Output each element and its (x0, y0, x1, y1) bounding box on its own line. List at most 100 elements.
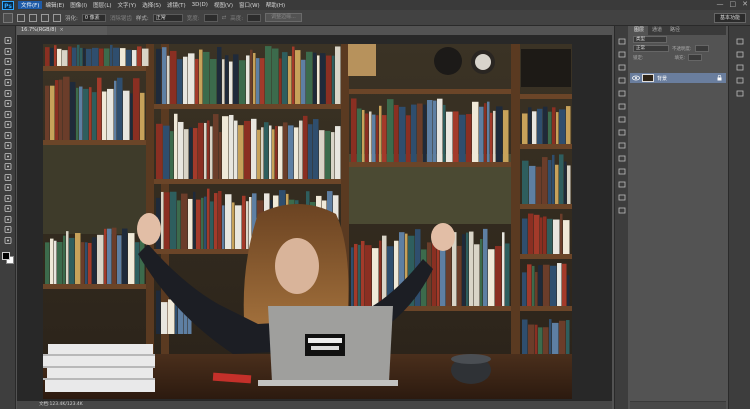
notes-icon[interactable] (618, 181, 626, 188)
minimize-button[interactable]: — (717, 0, 724, 8)
status-bar: 文档:123.4K/123.4K (17, 401, 612, 409)
eyedropper-icon[interactable] (3, 89, 13, 98)
close-button[interactable]: ✕ (742, 0, 748, 8)
menu-edit[interactable]: 编辑(E) (42, 1, 67, 9)
document-image[interactable] (43, 44, 572, 399)
swatches-panel-icon[interactable] (736, 51, 744, 58)
blend-row: 正常 不透明度: (630, 44, 726, 53)
foreground-color-swatch[interactable] (2, 252, 10, 260)
photo-girl-at-laptop (43, 44, 572, 399)
close-tab-icon[interactable]: × (59, 27, 63, 33)
styles-icon[interactable] (618, 90, 626, 97)
options-bar: 羽化: 0 像素 消除锯齿 样式: 正常 宽度: ⇄ 高度: 调整边缘... 基… (0, 10, 750, 26)
layers-panel-footer (630, 401, 726, 409)
swap-icon[interactable]: ⇄ (222, 15, 227, 21)
libraries-panel-icon[interactable] (736, 90, 744, 97)
paragraph-icon[interactable] (618, 142, 626, 149)
document-tab[interactable]: 16.7%(RGB/8) × (17, 26, 107, 35)
maximize-button[interactable]: □ (730, 0, 737, 8)
workspace-select[interactable]: 基本功能 (713, 13, 746, 23)
brush-presets-icon[interactable] (618, 155, 626, 162)
height-input[interactable] (247, 13, 262, 22)
fill-label: 填充: (674, 55, 686, 61)
lock-row: 锁定: 填充: (630, 53, 726, 62)
type-icon[interactable] (3, 194, 13, 203)
character-icon[interactable] (618, 129, 626, 136)
refine-edge-button[interactable]: 调整边缘... (265, 13, 302, 22)
subtract-selection-icon[interactable] (41, 13, 49, 22)
menu-image[interactable]: 图像(I) (67, 1, 90, 9)
navigator-icon[interactable] (618, 194, 626, 201)
new-selection-icon[interactable] (17, 13, 25, 22)
tab-paths[interactable]: 路径 (666, 26, 684, 35)
canvas-area[interactable] (17, 35, 612, 401)
menu-window[interactable]: 窗口(W) (236, 1, 263, 9)
layer-filter-row: 类型 (630, 35, 726, 44)
photoshop-logo: Ps (2, 0, 14, 10)
hand-icon[interactable] (3, 225, 13, 234)
eraser-icon[interactable] (3, 141, 13, 150)
intersect-selection-icon[interactable] (53, 13, 61, 22)
layer-row-background[interactable]: 背景 (630, 73, 726, 83)
menu-select[interactable]: 选择(S) (139, 1, 164, 9)
quick-select-icon[interactable] (3, 68, 13, 77)
tool-preset-icon[interactable] (3, 12, 13, 23)
history-icon[interactable] (618, 38, 626, 45)
actions-icon[interactable] (618, 51, 626, 58)
move-icon[interactable] (3, 36, 13, 45)
style-select[interactable]: 正常 (152, 13, 183, 22)
color-panel-icon[interactable] (736, 38, 744, 45)
menu-layer[interactable]: 图层(L) (90, 1, 114, 9)
window-controls: — □ ✕ (717, 0, 749, 8)
info-icon[interactable] (618, 116, 626, 123)
menu-type[interactable]: 文字(Y) (115, 1, 140, 9)
menu-3d[interactable]: 3D(D) (189, 2, 211, 8)
menu-bar: Ps 文件(F) 编辑(E) 图像(I) 图层(L) 文字(Y) 选择(S) 滤… (0, 0, 750, 10)
path-select-icon[interactable] (3, 204, 13, 213)
antialias-checkbox[interactable]: 消除锯齿 (110, 14, 132, 22)
document-tab-label: 16.7%(RGB/8) (21, 27, 57, 33)
style-label: 样式: (135, 15, 149, 22)
pen-icon[interactable] (3, 183, 13, 192)
menu-file[interactable]: 文件(F) (18, 1, 43, 9)
right-panel-strip (728, 26, 750, 409)
styles-panel-icon[interactable] (736, 77, 744, 84)
rectangle-icon[interactable] (3, 215, 13, 224)
clone-stamp-icon[interactable] (3, 120, 13, 129)
menu-help[interactable]: 帮助(H) (263, 1, 288, 9)
panel-dock-strip (614, 26, 628, 409)
blur-icon[interactable] (3, 162, 13, 171)
tools-panel (0, 26, 16, 409)
feather-input[interactable]: 0 像素 (81, 13, 106, 22)
adjustments-panel-icon[interactable] (736, 64, 744, 71)
add-selection-icon[interactable] (29, 13, 37, 22)
opacity-input[interactable] (694, 45, 709, 52)
lock-icon (717, 75, 722, 81)
width-label: 宽度: (186, 15, 200, 22)
fill-input[interactable] (688, 54, 703, 61)
tab-channels[interactable]: 通道 (648, 26, 666, 35)
blend-mode-select[interactable]: 正常 (633, 45, 669, 52)
marquee-icon[interactable] (3, 47, 13, 56)
properties-icon[interactable] (618, 64, 626, 71)
height-label: 高度: (230, 15, 244, 22)
layer-filter-select[interactable]: 类型 (633, 36, 667, 43)
layers-panel: 图层 通道 路径 类型 正常 不透明度: 锁定: 填充: 背景 (630, 26, 726, 409)
menu-view[interactable]: 视图(V) (211, 1, 236, 9)
lasso-icon[interactable] (3, 57, 13, 66)
zoom-icon[interactable] (3, 236, 13, 245)
swatches-icon[interactable] (618, 103, 626, 110)
healing-icon[interactable] (3, 99, 13, 108)
brush-icon[interactable] (3, 110, 13, 119)
width-input[interactable] (203, 13, 218, 22)
dodge-icon[interactable] (3, 173, 13, 182)
tab-layers[interactable]: 图层 (630, 26, 649, 35)
menu-filter[interactable]: 滤镜(T) (164, 1, 189, 9)
eye-icon[interactable] (632, 74, 640, 82)
crop-icon[interactable] (3, 78, 13, 87)
gradient-icon[interactable] (3, 152, 13, 161)
history-brush-icon[interactable] (3, 131, 13, 140)
tool-presets-icon[interactable] (618, 207, 626, 214)
clone-source-icon[interactable] (618, 168, 626, 175)
adjustments-icon[interactable] (618, 77, 626, 84)
